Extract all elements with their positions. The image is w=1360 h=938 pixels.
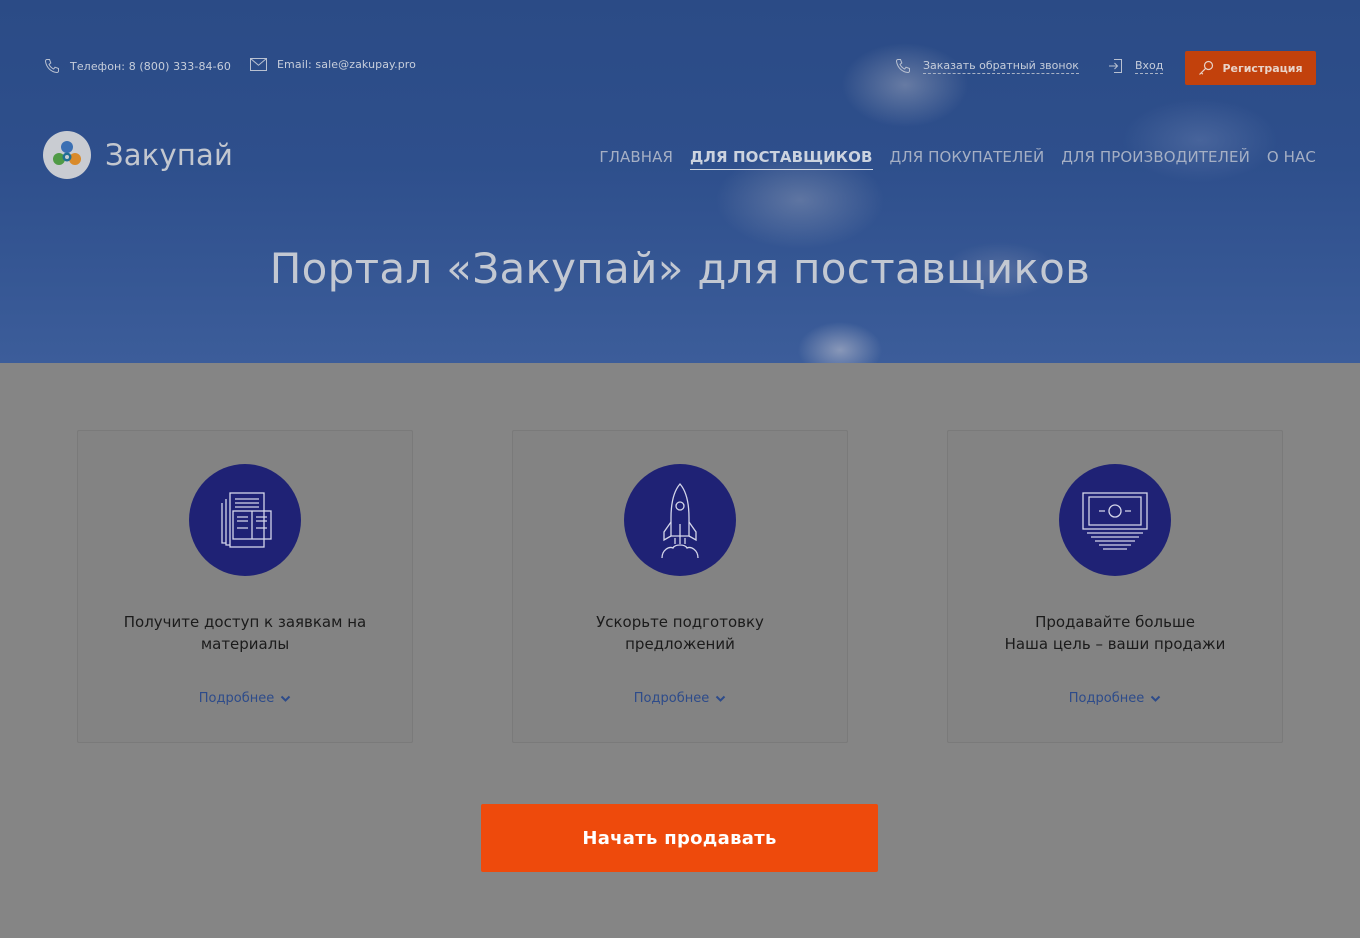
- email-text: Email: sale@zakupay.pro: [277, 58, 416, 71]
- main-nav: ГЛАВНАЯ ДЛЯ ПОСТАВЩИКОВ ДЛЯ ПОКУПАТЕЛЕЙ …: [582, 148, 1316, 170]
- card-text-line: Продавайте больше: [1035, 613, 1195, 631]
- page-title: Портал «Закупай» для поставщиков: [269, 244, 1091, 293]
- nav-item-suppliers[interactable]: ДЛЯ ПОСТАВЩИКОВ: [689, 148, 873, 170]
- chevron-down-icon: [280, 695, 291, 703]
- more-link[interactable]: Подробнее: [513, 691, 847, 706]
- card-text: Ускорьте подготовку предложений: [513, 611, 847, 655]
- contact-email: Email: sale@zakupay.pro: [250, 58, 416, 71]
- hero-banner: Телефон: 8 (800) 333-84-60 Email: sale@z…: [0, 0, 1360, 363]
- phone-icon: [895, 58, 911, 74]
- logo-text: Закупай: [105, 138, 234, 172]
- card-text-line: Ускорьте подготовку: [596, 613, 764, 631]
- card-text-line: Наша цель – ваши продажи: [1004, 635, 1226, 653]
- chevron-down-icon: [715, 695, 726, 703]
- money-stack-icon: [1059, 464, 1171, 576]
- login-link[interactable]: Вход: [1108, 58, 1164, 74]
- more-link[interactable]: Подробнее: [78, 691, 412, 706]
- card-text-line: Получите доступ к заявкам на: [123, 613, 367, 631]
- chevron-down-icon: [1150, 695, 1161, 703]
- logo-icon: [43, 131, 91, 179]
- card-text: Продавайте больше Наша цель – ваши прода…: [948, 611, 1282, 655]
- nav-item-about[interactable]: О НАС: [1267, 148, 1316, 170]
- card-text: Получите доступ к заявкам на материалы: [78, 611, 412, 655]
- login-icon: [1108, 58, 1123, 74]
- contact-phone: Телефон: 8 (800) 333-84-60: [44, 58, 231, 74]
- feature-card-requests: Получите доступ к заявкам на материалы П…: [77, 430, 413, 743]
- login-label[interactable]: Вход: [1135, 59, 1164, 74]
- card-text-line: предложений: [625, 635, 735, 653]
- callback-link[interactable]: Заказать обратный звонок: [895, 58, 1079, 74]
- more-link[interactable]: Подробнее: [948, 691, 1282, 706]
- top-bar: Телефон: 8 (800) 333-84-60 Email: sale@z…: [0, 0, 1360, 136]
- callback-label[interactable]: Заказать обратный звонок: [923, 59, 1079, 74]
- register-button[interactable]: Регистрация: [1185, 51, 1316, 85]
- key-icon: [1198, 60, 1214, 76]
- more-link-label[interactable]: Подробнее: [1069, 691, 1144, 706]
- phone-icon: [44, 58, 60, 74]
- logo[interactable]: Закупай: [43, 131, 233, 179]
- rocket-icon: [624, 464, 736, 576]
- phone-text: Телефон: 8 (800) 333-84-60: [70, 59, 231, 73]
- more-link-label[interactable]: Подробнее: [199, 691, 274, 706]
- more-link-label[interactable]: Подробнее: [634, 691, 709, 706]
- feature-card-speed: Ускорьте подготовку предложений Подробне…: [512, 430, 848, 743]
- register-label[interactable]: Регистрация: [1222, 62, 1302, 75]
- nav-item-home[interactable]: ГЛАВНАЯ: [599, 148, 673, 170]
- nav-item-manufacturers[interactable]: ДЛЯ ПРОИЗВОДИТЕЛЕЙ: [1061, 148, 1250, 170]
- nav-item-buyers[interactable]: ДЛЯ ПОКУПАТЕЛЕЙ: [890, 148, 1045, 170]
- feature-card-sales: Продавайте больше Наша цель – ваши прода…: [947, 430, 1283, 743]
- envelope-icon: [250, 58, 267, 71]
- card-text-line: материалы: [200, 635, 290, 653]
- start-selling-button[interactable]: Начать продавать: [481, 804, 878, 872]
- documents-icon: [189, 464, 301, 576]
